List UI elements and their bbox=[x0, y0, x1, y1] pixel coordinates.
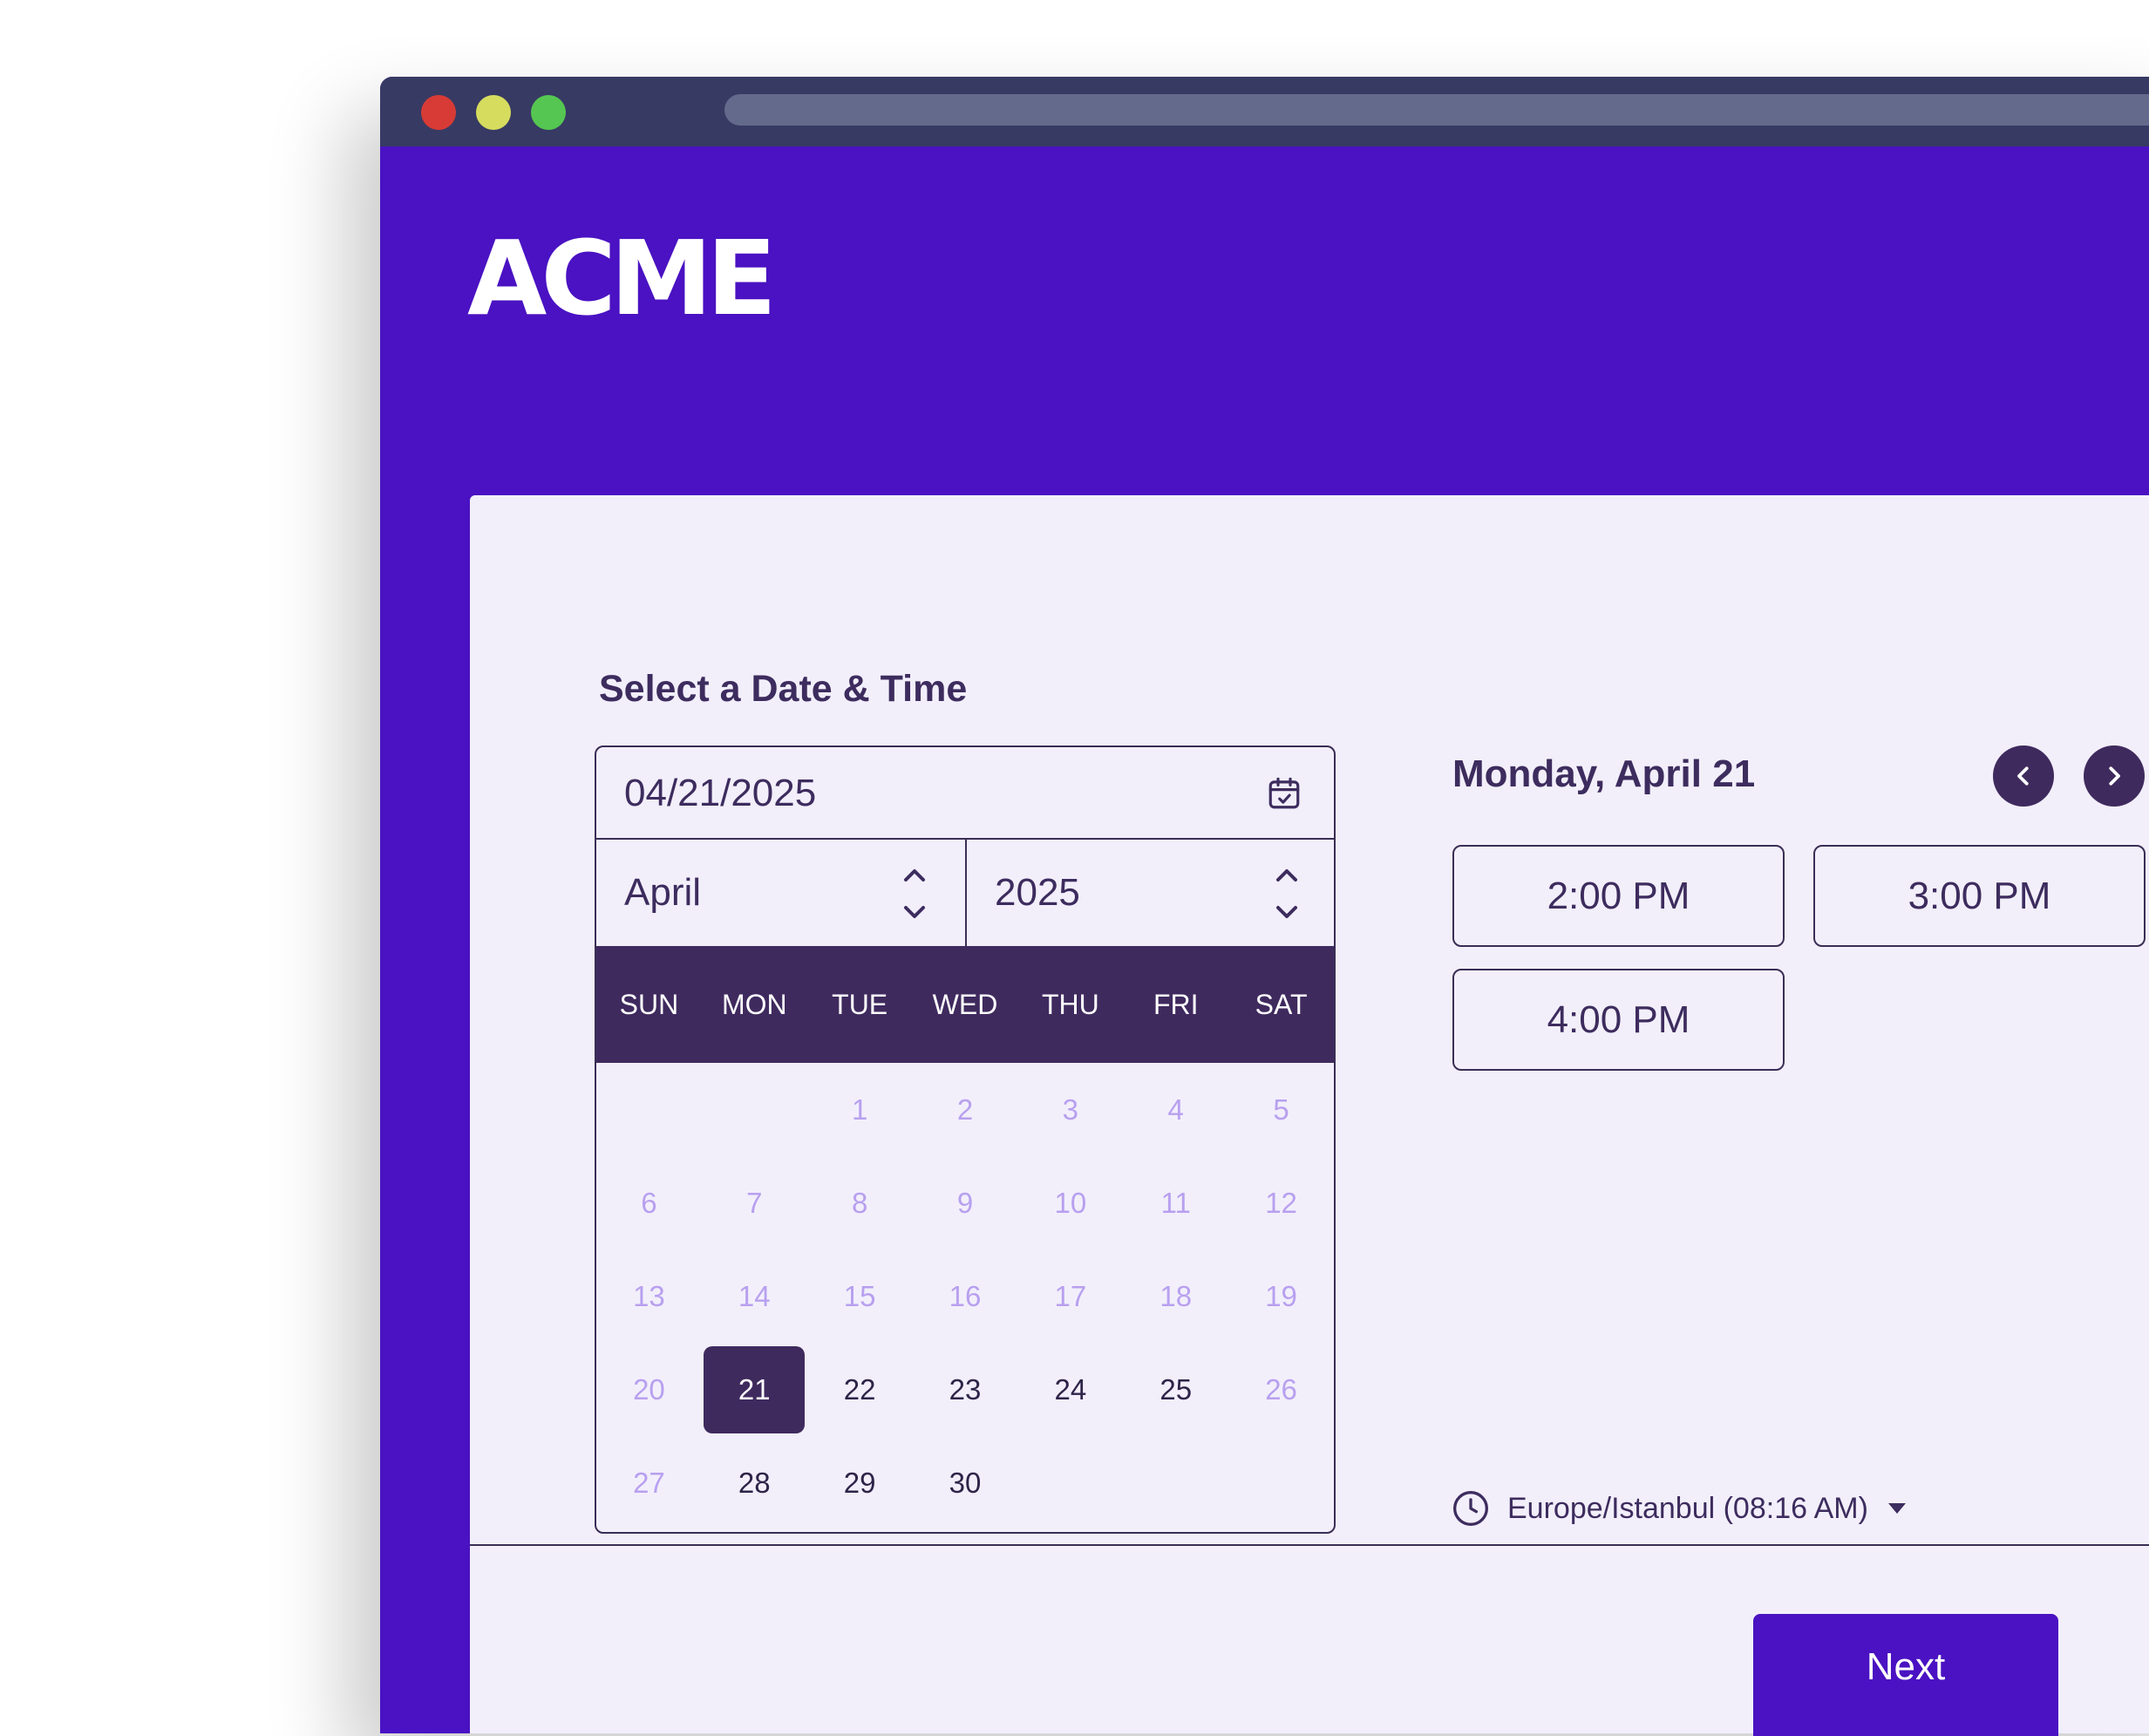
calendar-empty-cell bbox=[702, 1063, 807, 1156]
calendar-day[interactable]: 24 bbox=[1017, 1343, 1123, 1436]
date-input[interactable]: 04/21/2025 bbox=[596, 747, 1334, 840]
weekday-label: MON bbox=[721, 989, 787, 1020]
weekday-label: THU bbox=[1041, 989, 1099, 1020]
footer-divider bbox=[470, 1544, 2149, 1546]
month-year-selectors: April 2025 bbox=[596, 840, 1334, 946]
calendar-day: 14 bbox=[738, 1279, 771, 1312]
calendar-day[interactable]: 30 bbox=[913, 1436, 1018, 1529]
calendar-day: 7 bbox=[746, 1186, 763, 1219]
month-select-value: April bbox=[624, 871, 702, 914]
calendar-day: 5 bbox=[1273, 1093, 1289, 1126]
calendar-day: 15 bbox=[843, 1279, 876, 1312]
chevron-up-down-icon[interactable] bbox=[1271, 862, 1302, 925]
calendar-day: 2 bbox=[956, 1093, 974, 1126]
weekday-header: SUN MON TUE WED THU FRI SAT bbox=[596, 946, 1334, 1063]
weekday-label: WED bbox=[932, 989, 998, 1020]
next-day-button[interactable] bbox=[2084, 745, 2145, 807]
calendar-day: 3 bbox=[1062, 1093, 1079, 1126]
weekday-label: FRI bbox=[1153, 989, 1199, 1020]
time-slot-button[interactable]: 2:00 PM bbox=[1452, 845, 1785, 947]
month-select[interactable]: April bbox=[596, 840, 967, 946]
calendar-day: 11 bbox=[1160, 1186, 1191, 1219]
weekday-label: SUN bbox=[619, 989, 679, 1020]
calendar-day: 13 bbox=[633, 1279, 665, 1312]
time-slot-button[interactable]: 4:00 PM bbox=[1452, 969, 1785, 1071]
timezone-label: Europe/Istanbul (08:16 AM) bbox=[1507, 1491, 1868, 1525]
maximize-window-button[interactable] bbox=[531, 95, 566, 130]
time-slot-button[interactable]: 3:00 PM bbox=[1813, 845, 2146, 947]
calendar-day: 12 bbox=[1265, 1186, 1297, 1219]
calendar-day: 17 bbox=[1054, 1279, 1087, 1312]
calendar-day[interactable]: 22 bbox=[807, 1343, 913, 1436]
page-title: Select a Date & Time bbox=[599, 668, 968, 710]
clock-icon bbox=[1453, 1491, 1488, 1526]
calendar-day: 18 bbox=[1160, 1279, 1193, 1312]
acme-logo: ACME bbox=[467, 218, 777, 338]
caret-down-icon bbox=[1887, 1503, 1906, 1514]
close-window-button[interactable] bbox=[421, 95, 456, 130]
calendar-day: 26 bbox=[1265, 1372, 1297, 1406]
weekday-label: TUE bbox=[832, 989, 888, 1020]
year-select[interactable]: 2025 bbox=[967, 840, 1334, 946]
calendar-day[interactable]: 28 bbox=[702, 1436, 807, 1529]
calendar-day: 10 bbox=[1054, 1186, 1087, 1219]
calendar-day[interactable]: 25 bbox=[1123, 1343, 1228, 1436]
calendar-day[interactable]: 29 bbox=[807, 1436, 913, 1529]
minimize-window-button[interactable] bbox=[476, 95, 511, 130]
date-picker: 04/21/2025 April 2025 SUN MON TUE WED TH… bbox=[595, 745, 1336, 1534]
timezone-selector[interactable]: Europe/Istanbul (08:16 AM) bbox=[1452, 1489, 1907, 1528]
calendar-day: 19 bbox=[1265, 1279, 1297, 1312]
calendar-empty-cell bbox=[596, 1063, 702, 1156]
calendar-day: 6 bbox=[641, 1186, 657, 1219]
window-titlebar bbox=[380, 77, 2149, 146]
calendar-day: 20 bbox=[633, 1372, 665, 1406]
calendar-day: 27 bbox=[633, 1466, 665, 1499]
selected-day-title: Monday, April 21 bbox=[1452, 752, 1756, 795]
browser-window: ACME Select a Date & Time 04/21/2025 Apr… bbox=[380, 77, 2149, 1733]
chevron-right-icon bbox=[2109, 766, 2120, 786]
calendar-day-label: 21 bbox=[704, 1345, 806, 1433]
previous-day-button[interactable] bbox=[1993, 745, 2054, 807]
calendar-days-grid: 1 2 3 4 5 6 7 8 9 10 11 12 13 14 15 16 17 18 19 20 21 22 23 24 2… bbox=[596, 1063, 1334, 1529]
calendar-day: 4 bbox=[1167, 1093, 1184, 1126]
chevron-left-icon bbox=[2017, 766, 2029, 786]
calendar-day: 1 bbox=[851, 1093, 868, 1126]
year-select-value: 2025 bbox=[995, 871, 1080, 914]
calendar-day: 8 bbox=[851, 1186, 868, 1219]
calendar-day: 16 bbox=[949, 1279, 982, 1312]
calendar-check-icon[interactable] bbox=[1266, 775, 1302, 812]
date-input-value: 04/21/2025 bbox=[624, 772, 817, 814]
scheduler-card: Select a Date & Time 04/21/2025 April 20… bbox=[470, 495, 2149, 1733]
chevron-up-down-icon[interactable] bbox=[899, 862, 930, 925]
address-bar[interactable] bbox=[724, 94, 2149, 126]
calendar-day[interactable]: 23 bbox=[913, 1343, 1018, 1436]
calendar-day-selected[interactable]: 21 bbox=[702, 1343, 807, 1436]
weekday-label: SAT bbox=[1255, 989, 1308, 1020]
calendar-day: 9 bbox=[956, 1186, 974, 1219]
next-button[interactable]: Next bbox=[1753, 1614, 2058, 1736]
